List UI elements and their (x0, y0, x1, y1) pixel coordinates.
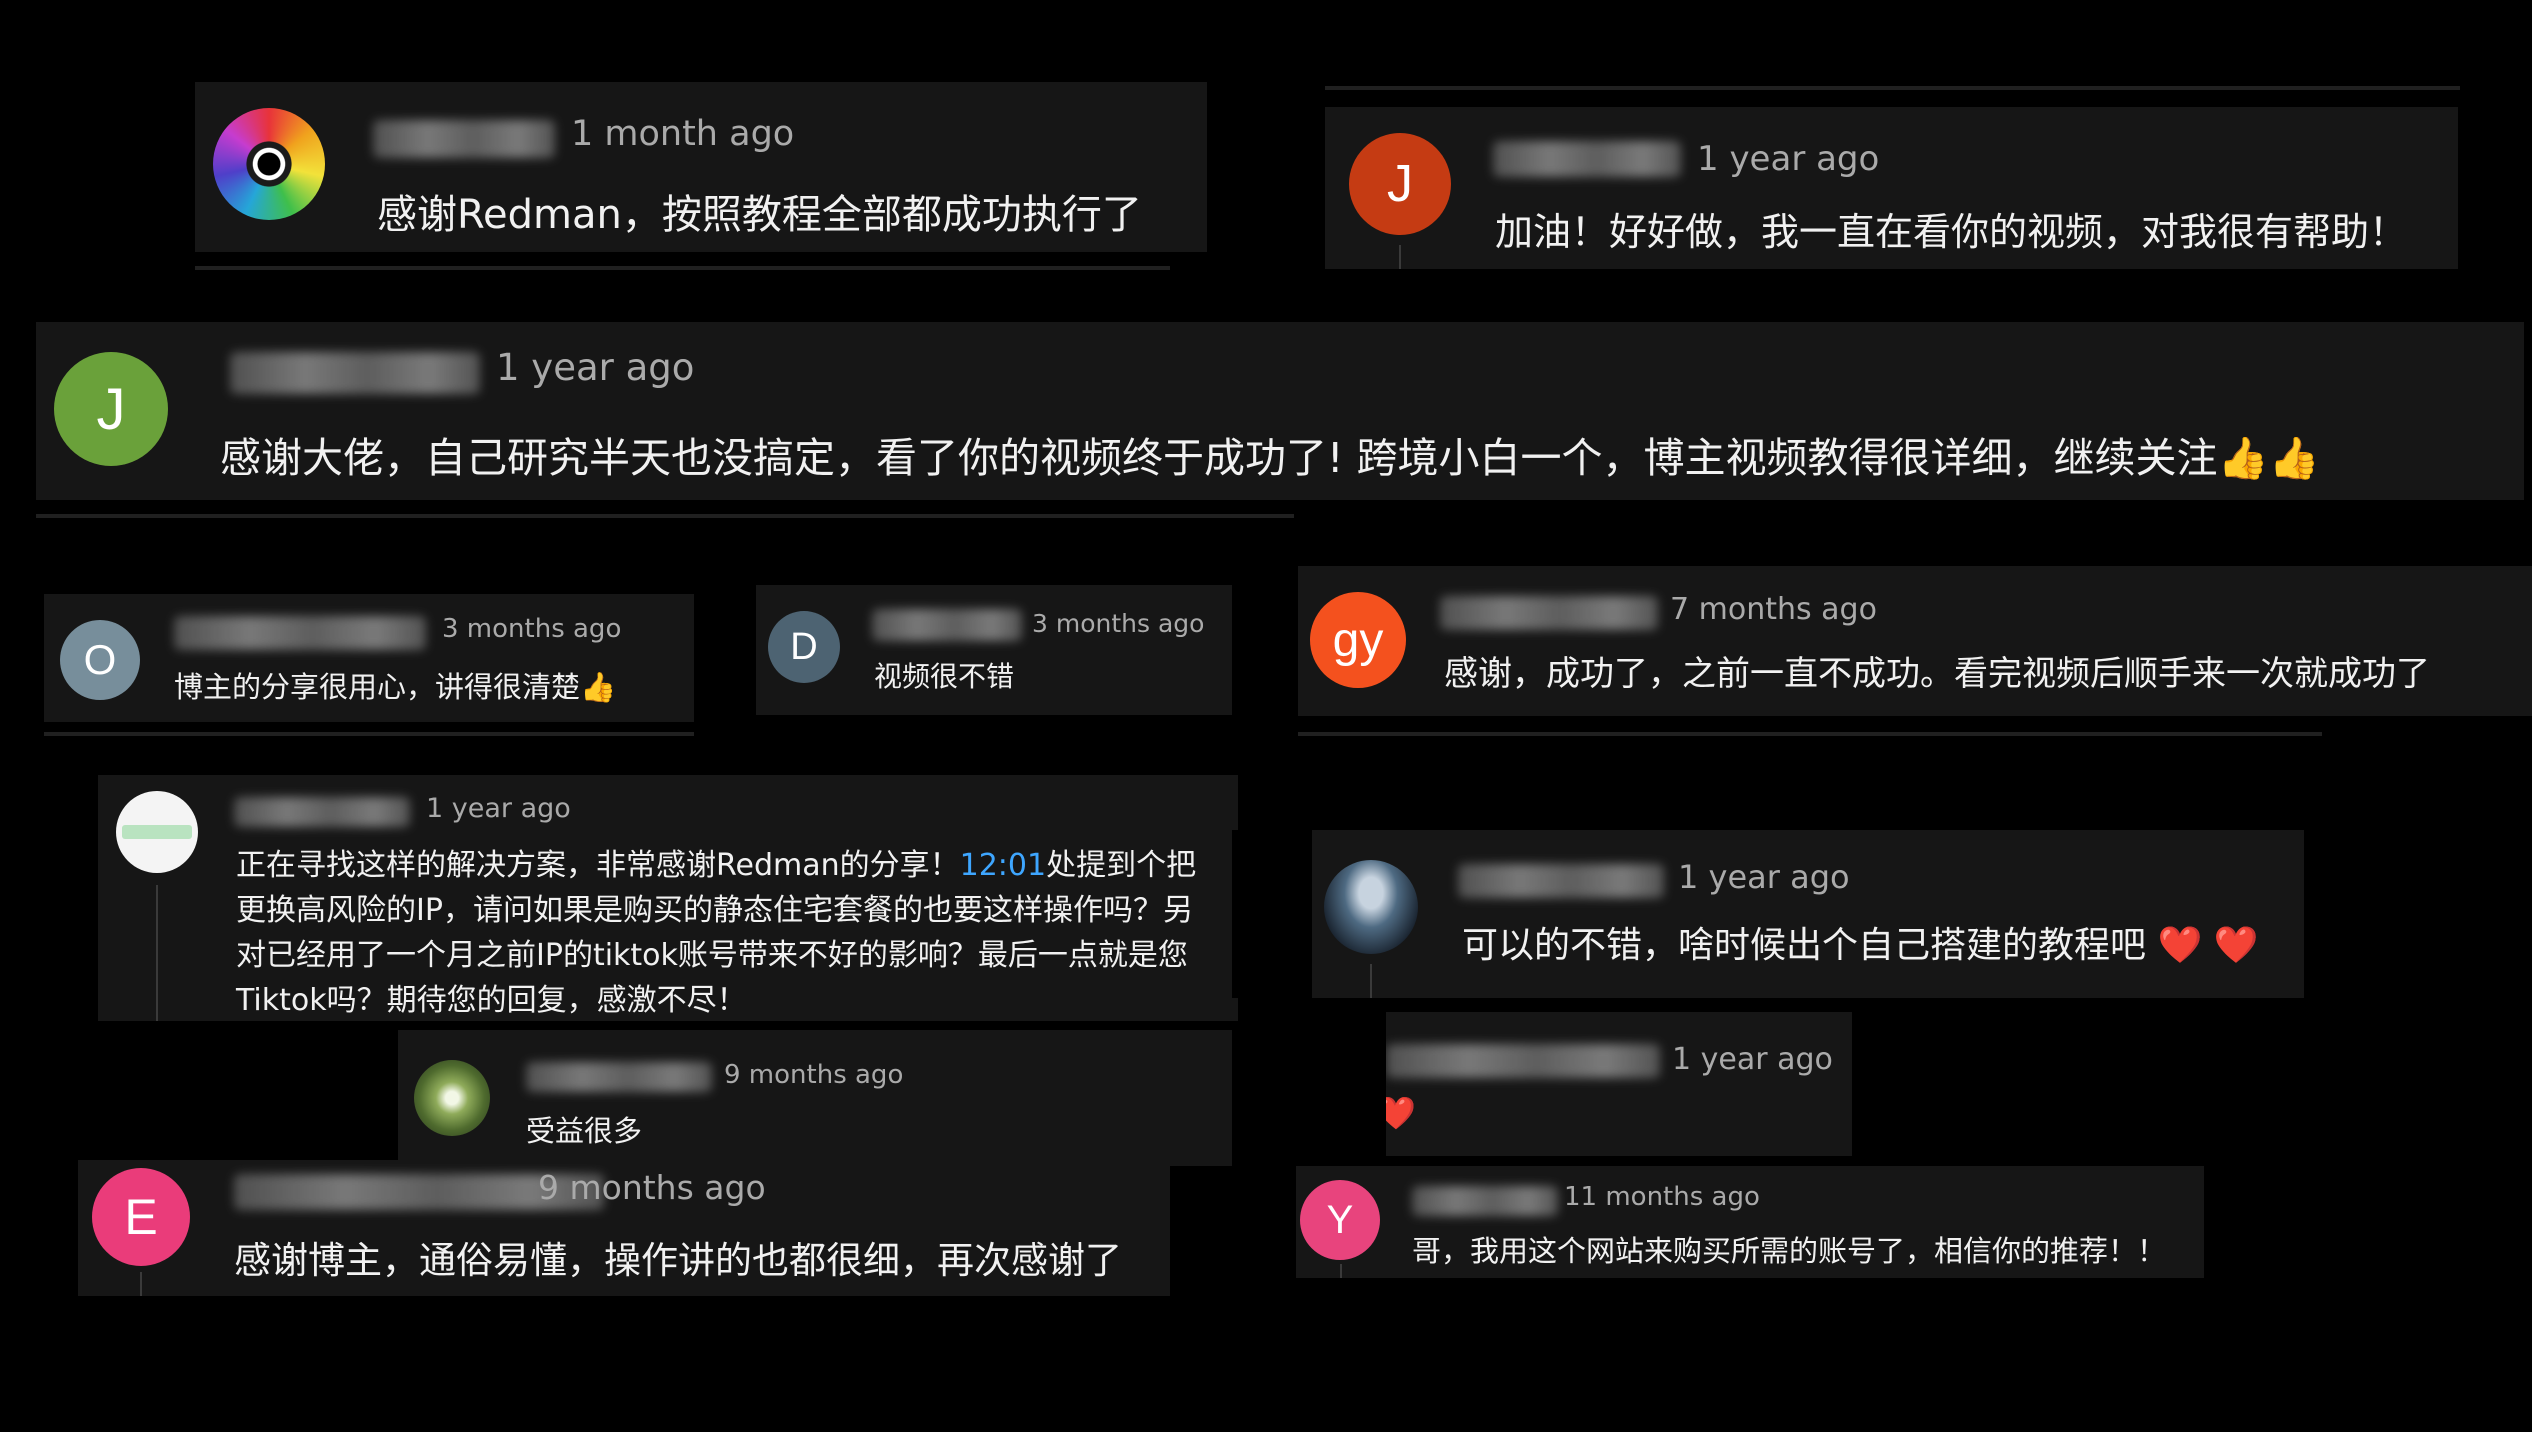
comment-card-1: 1 month ago 感谢Redman，按照教程全部都成功执行了 (195, 82, 1207, 252)
comment-time: 11 months ago (1564, 1182, 1760, 1212)
timestamp-link[interactable]: 12:01 (960, 848, 1046, 883)
username-blurred[interactable] (373, 120, 555, 158)
username-blurred[interactable] (1440, 596, 1658, 630)
comment-card-5: D 3 months ago 视频很不错 (756, 585, 1232, 715)
tree-avatar-image[interactable] (414, 1060, 490, 1136)
comment-card-7: 1 year ago 正在寻找这样的解决方案，非常感谢Redman的分享！12:… (98, 775, 1238, 1021)
comment-text: 正在寻找这样的解决方案，非常感谢Redman的分享！12:01处提到个把 更换高… (236, 843, 1196, 1021)
comment-text: 受益很多 (526, 1114, 643, 1148)
divider (36, 514, 1294, 518)
comment-time: 3 months ago (442, 614, 622, 644)
white-avatar-image[interactable] (116, 791, 198, 873)
divider (1298, 732, 2322, 736)
comment-time: 1 year ago (1678, 858, 1850, 896)
username-blurred[interactable] (1386, 1044, 1660, 1078)
comment-card-12: Y 11 months ago 哥，我用这个网站来购买所需的账号了，相信你的推荐… (1296, 1166, 2204, 1278)
username-blurred[interactable] (526, 1062, 712, 1092)
comment-text: 感谢，成功了，之前一直不成功。看完视频后顺手来一次就成功了 (1444, 654, 2430, 694)
divider (44, 732, 694, 736)
comment-text-line: 更换高风险的IP，请问如果是购买的静态住宅套餐的也要这样操作吗？另 (236, 893, 1193, 928)
username-blurred[interactable] (872, 609, 1022, 641)
comment-time: 1 year ago (1672, 1042, 1833, 1077)
comment-card-11: E 9 months ago 感谢博主，通俗易懂，操作讲的也都很细，再次感谢了 (78, 1160, 1170, 1296)
comment-card-4: O 3 months ago 博主的分享很用心，讲得很清楚👍 (44, 594, 694, 722)
thread-line (140, 1272, 142, 1296)
comment-text-part: 处提到个把 (1046, 848, 1197, 883)
overlap-mask (1232, 830, 1312, 998)
comment-time: 3 months ago (1032, 609, 1205, 638)
comment-text-part: 可以的不错，啥时候出个自己搭建的教程吧 (1462, 925, 2147, 966)
thread-line (1370, 964, 1372, 998)
comment-time: 9 months ago (538, 1168, 766, 1207)
comment-time: 7 months ago (1670, 592, 1877, 627)
comment-card-10: 1 year ago ❤️ (1386, 1012, 1852, 1156)
avatar-O[interactable]: O (60, 620, 140, 700)
comment-text: 加油！好好做，我一直在看你的视频，对我很有帮助！ (1495, 210, 2408, 254)
landscape-avatar-image[interactable] (1324, 860, 1418, 954)
comment-card-6: gy 7 months ago 感谢，成功了，之前一直不成功。看完视频后顺手来一… (1298, 566, 2532, 716)
thread-line (1399, 245, 1401, 269)
comment-card-8: 1 year ago 可以的不错，啥时候出个自己搭建的教程吧 ❤️ ❤️ (1312, 830, 2304, 998)
comment-text: 感谢大佬，自己研究半天也没搞定，看了你的视频终于成功了! 跨境小白一个，博主视频… (220, 434, 2320, 482)
comment-card-2: J 1 year ago 加油！好好做，我一直在看你的视频，对我很有帮助！ (1325, 107, 2458, 269)
username-blurred[interactable] (1412, 1186, 1558, 1216)
username-blurred[interactable] (1493, 141, 1681, 177)
comment-time: 9 months ago (724, 1060, 904, 1090)
comment-text-line: Tiktok吗？期待您的回复，感激不尽！ (236, 983, 747, 1018)
thread-line (1340, 1264, 1342, 1278)
red-heart-emoji: ❤️ (1386, 1094, 1416, 1132)
avatar-D[interactable]: D (768, 611, 840, 683)
comment-time: 1 year ago (496, 346, 695, 389)
comment-time: 1 year ago (426, 793, 571, 824)
overlap-mask (1232, 1022, 1386, 1162)
comment-card-3: J 1 year ago 感谢大佬，自己研究半天也没搞定，看了你的视频终于成功了… (36, 322, 2524, 500)
comment-text: 哥，我用这个网站来购买所需的账号了，相信你的推荐！！ (1412, 1234, 2167, 1268)
avatar-gy[interactable]: gy (1310, 592, 1406, 688)
avatar-J[interactable]: J (54, 352, 168, 466)
divider (195, 266, 1170, 270)
avatar-J[interactable]: J (1349, 133, 1451, 235)
thread-line (156, 885, 158, 1021)
eye-avatar-image[interactable] (213, 108, 325, 220)
username-blurred[interactable] (230, 352, 480, 394)
comment-text-part: 正在寻找这样的解决方案，非常感谢Redman的分享！ (236, 848, 960, 883)
comment-card-9: 9 months ago 受益很多 (398, 1030, 1232, 1166)
red-heart-emoji: ❤️ ❤️ (2157, 925, 2259, 966)
comment-text: 博主的分享很用心，讲得很清楚👍 (174, 670, 617, 704)
comment-time: 1 month ago (571, 114, 795, 154)
comment-text: 感谢Redman，按照教程全部都成功执行了 (377, 192, 1142, 238)
username-blurred[interactable] (234, 797, 410, 827)
divider (1325, 86, 2460, 90)
comment-text: 视频很不错 (874, 660, 1015, 693)
comment-time: 1 year ago (1697, 139, 1880, 179)
username-blurred[interactable] (1458, 864, 1664, 898)
comment-text: 感谢博主，通俗易懂，操作讲的也都很细，再次感谢了 (234, 1239, 1122, 1282)
comment-text-line: 对已经用了一个月之前IP的tiktok账号带来不好的影响？最后一点就是您 (236, 938, 1188, 973)
username-blurred[interactable] (174, 616, 426, 650)
avatar-Y[interactable]: Y (1300, 1180, 1380, 1260)
avatar-E[interactable]: E (92, 1168, 190, 1266)
comment-text: 可以的不错，啥时候出个自己搭建的教程吧 ❤️ ❤️ (1462, 916, 2259, 968)
